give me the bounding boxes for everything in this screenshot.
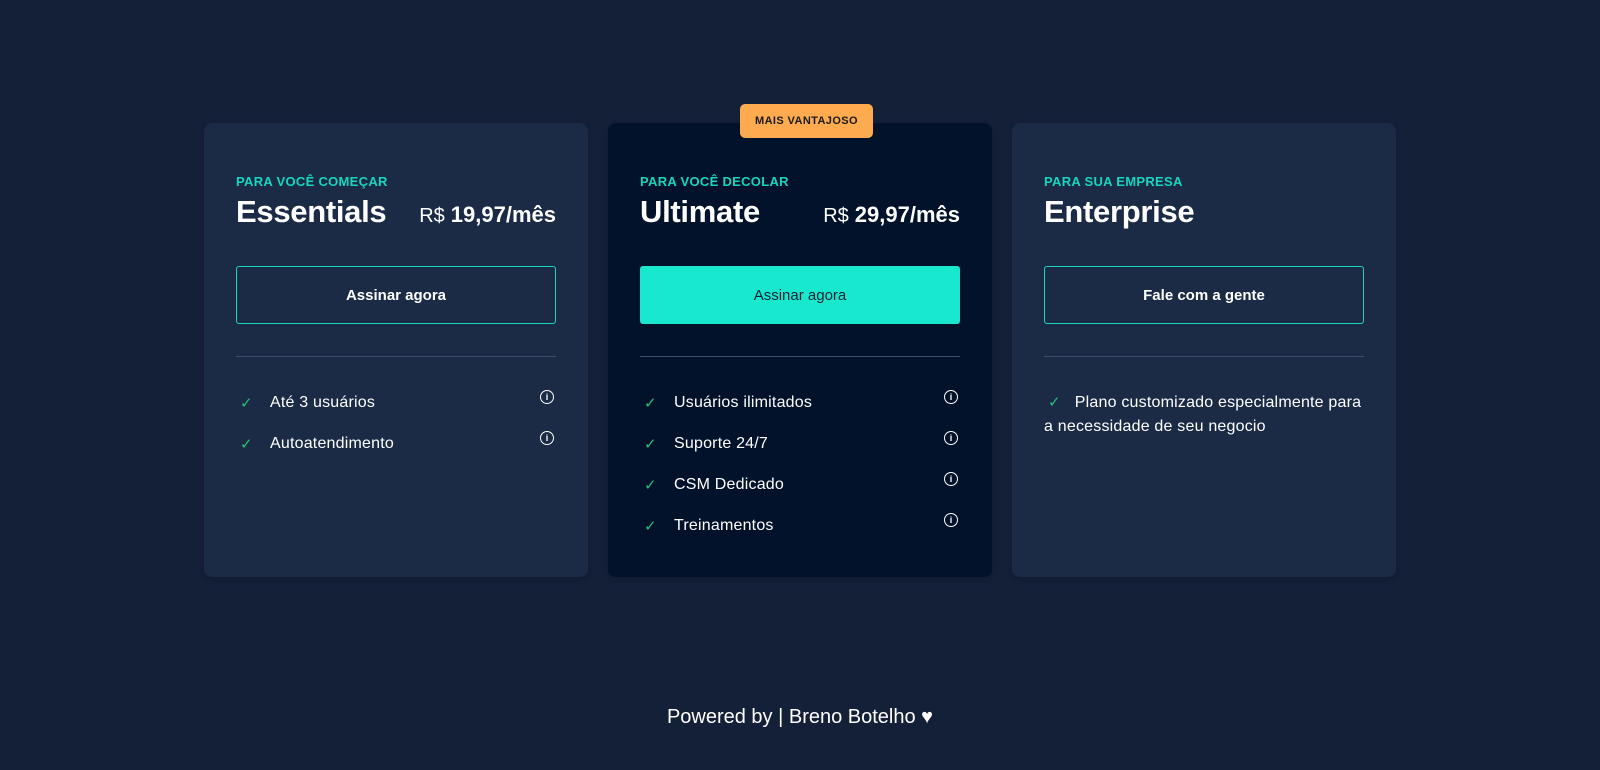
feature-label: Suporte 24/7 [674, 435, 769, 452]
feature-item: ✓ Até 3 usuários i [236, 390, 556, 415]
feature-label: CSM Dedicado [674, 476, 785, 493]
plan-name: Essentials [236, 194, 387, 229]
feature-list: ✓ Usuários ilimitados i ✓ Suporte 24/7 i… [640, 390, 960, 538]
check-icon: ✓ [644, 436, 657, 453]
feature-item: ✓ Autoatendimento i [236, 431, 556, 456]
feature-item: ✓ Suporte 24/7 i [640, 431, 960, 456]
divider [236, 356, 556, 357]
plan-eyebrow: PARA VOCÊ COMEÇAR [236, 174, 388, 189]
check-icon: ✓ [644, 395, 657, 412]
plan-title-row: Enterprise [1044, 194, 1364, 234]
info-icon[interactable]: i [944, 472, 958, 486]
plan-description: ✓ Plano customizado especialmente para a … [1044, 391, 1364, 439]
plan-eyebrow: PARA SUA EMPRESA [1044, 174, 1183, 189]
info-icon[interactable]: i [540, 431, 554, 445]
contact-button[interactable]: Fale com a gente [1044, 266, 1364, 324]
divider [1044, 356, 1364, 357]
feature-label: Autoatendimento [270, 435, 394, 452]
info-icon[interactable]: i [944, 513, 958, 527]
check-icon: ✓ [644, 518, 657, 535]
plan-eyebrow: PARA VOCÊ DECOLAR [640, 174, 789, 189]
footer-credit: Powered by | Breno Botelho ♥ [666, 706, 934, 728]
plan-name: Enterprise [1044, 194, 1195, 229]
check-icon: ✓ [1048, 394, 1061, 411]
feature-item: ✓ Treinamentos i [640, 513, 960, 538]
feature-label: Usuários ilimitados [674, 394, 813, 411]
check-icon: ✓ [240, 436, 253, 453]
feature-item: ✓ Usuários ilimitados i [640, 390, 960, 415]
subscribe-button[interactable]: Assinar agora [640, 266, 960, 324]
subscribe-button[interactable]: Assinar agora [236, 266, 556, 324]
plan-title-row: Ultimate R$ 29,97/mês [640, 194, 960, 234]
feature-label: Treinamentos [674, 517, 774, 534]
price-amount: 19,97/mês [450, 202, 556, 227]
plan-price: R$ 29,97/mês [823, 202, 960, 228]
pricing-cards: PARA VOCÊ COMEÇAR Essentials R$ 19,97/mê… [204, 104, 1396, 577]
plan-card-essentials: PARA VOCÊ COMEÇAR Essentials R$ 19,97/mê… [204, 123, 588, 577]
price-currency: R$ [419, 205, 445, 227]
plan-card-ultimate: MAIS VANTAJOSO PARA VOCÊ DECOLAR Ultimat… [608, 104, 992, 577]
price-currency: R$ [823, 205, 849, 227]
plan-price: R$ 19,97/mês [419, 202, 556, 228]
price-amount: 29,97/mês [854, 202, 960, 227]
divider [640, 356, 960, 357]
plan-card-enterprise: PARA SUA EMPRESA Enterprise Fale com a g… [1012, 123, 1396, 577]
info-icon[interactable]: i [540, 390, 554, 404]
plan-name: Ultimate [640, 194, 760, 229]
featured-badge: MAIS VANTAJOSO [740, 104, 873, 138]
plan-description-text: Plano customizado especialmente para a n… [1044, 394, 1362, 435]
plan-title-row: Essentials R$ 19,97/mês [236, 194, 556, 234]
feature-list: ✓ Até 3 usuários i ✓ Autoatendimento i [236, 390, 556, 456]
check-icon: ✓ [644, 477, 657, 494]
feature-label: Até 3 usuários [270, 394, 376, 411]
feature-item: ✓ CSM Dedicado i [640, 472, 960, 497]
info-icon[interactable]: i [944, 431, 958, 445]
info-icon[interactable]: i [944, 390, 958, 404]
check-icon: ✓ [240, 395, 253, 412]
